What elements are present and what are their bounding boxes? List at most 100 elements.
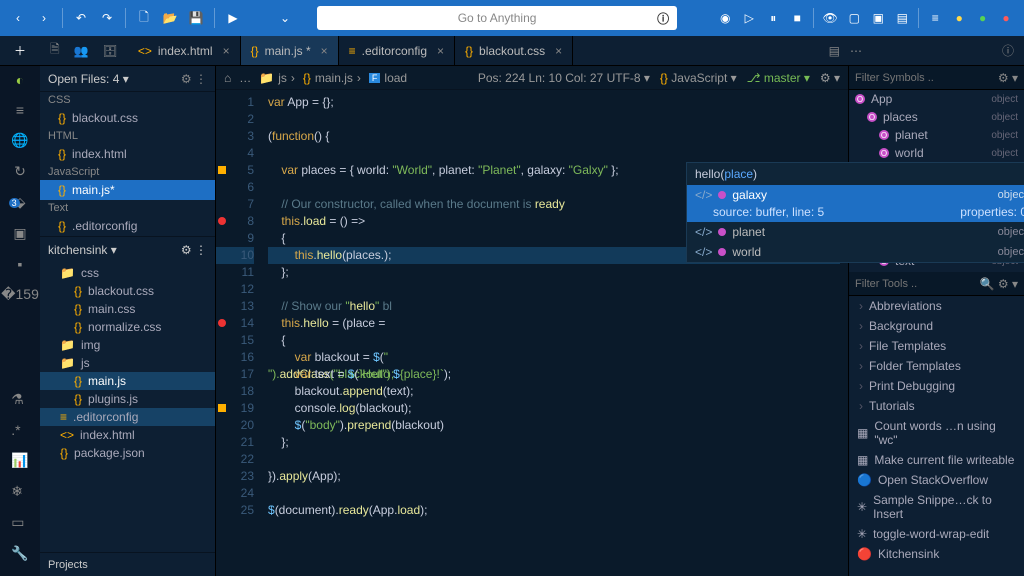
- tab[interactable]: {}main.js *×: [241, 36, 339, 65]
- refresh-icon[interactable]: ↻: [14, 163, 26, 180]
- project-header[interactable]: kitchensink ▾ ⚙ ⋮: [40, 236, 215, 262]
- tool-category[interactable]: Abbreviations: [849, 296, 1024, 316]
- branch-selector[interactable]: ⎇ master ▾: [747, 71, 810, 85]
- save-icon[interactable]: 💾: [186, 8, 206, 28]
- redo-icon[interactable]: ↷: [97, 8, 117, 28]
- chart-icon[interactable]: 📊: [11, 452, 28, 469]
- globe-icon[interactable]: 🌐: [11, 132, 28, 149]
- crumb-folder[interactable]: 📁 js ›: [259, 71, 295, 85]
- tool-category[interactable]: Folder Templates: [849, 356, 1024, 376]
- eye-icon[interactable]: 👁: [820, 8, 840, 28]
- tree-file[interactable]: {}main.js: [40, 372, 215, 390]
- dropdown-icon[interactable]: ⌄: [275, 8, 295, 28]
- open-file-item[interactable]: {}blackout.css: [40, 108, 215, 128]
- nav-fwd-icon[interactable]: ›: [34, 8, 54, 28]
- home-icon[interactable]: ⌂: [224, 71, 231, 85]
- wrench-icon[interactable]: 🔧: [11, 545, 28, 562]
- tool-action[interactable]: ✳toggle-word-wrap-edit: [849, 524, 1024, 544]
- beaker-icon[interactable]: ⚗: [11, 391, 28, 408]
- stop-icon[interactable]: ■: [787, 8, 807, 28]
- search-icon[interactable]: 🔍 ⚙ ▾: [980, 277, 1018, 291]
- tree-folder[interactable]: 📁js: [40, 354, 215, 372]
- undo-icon[interactable]: ↶: [71, 8, 91, 28]
- regex-icon[interactable]: .*: [11, 422, 28, 438]
- tab-menu-icon[interactable]: ⋯: [850, 44, 862, 58]
- gear-icon[interactable]: ⚙ ⋮: [181, 72, 207, 86]
- tool-action[interactable]: 🔴Kitchensink: [849, 544, 1024, 564]
- crumb-symbol[interactable]: F load: [369, 71, 407, 85]
- db-icon[interactable]: 🗄: [103, 44, 118, 58]
- symbol-item[interactable]: Oplacesobject: [849, 108, 1024, 126]
- tool-action[interactable]: ✳Sample Snippe…ck to Insert: [849, 490, 1024, 524]
- tree-file[interactable]: ≡.editorconfig: [40, 408, 215, 426]
- open-files-header[interactable]: Open Files: 4 ▾ ⚙ ⋮: [40, 66, 215, 92]
- lang-selector[interactable]: {} JavaScript ▾: [660, 71, 737, 85]
- panel3-icon[interactable]: ▤: [892, 8, 912, 28]
- tool-category[interactable]: Print Debugging: [849, 376, 1024, 396]
- record-icon[interactable]: ◉: [715, 8, 735, 28]
- open-file-item[interactable]: {}main.js*: [40, 180, 215, 200]
- maximize-icon[interactable]: ●: [973, 8, 993, 28]
- terminal-icon[interactable]: ▪: [18, 256, 23, 272]
- marker2-icon[interactable]: ≡: [16, 102, 24, 118]
- close-icon[interactable]: ●: [996, 8, 1016, 28]
- info-panel-icon[interactable]: ⓘ: [1002, 42, 1014, 59]
- close-tab-icon[interactable]: ×: [321, 44, 328, 58]
- crumb-gear-icon[interactable]: ⚙ ▾: [820, 71, 840, 85]
- tool-category[interactable]: Background: [849, 316, 1024, 336]
- open-file-item[interactable]: {}index.html: [40, 144, 215, 164]
- autocomplete-item[interactable]: </>planetobject: [687, 222, 1024, 242]
- minimize-icon[interactable]: ●: [949, 8, 969, 28]
- crumb-file[interactable]: {} main.js ›: [303, 71, 361, 85]
- tool-action[interactable]: 🔵Open StackOverflow: [849, 470, 1024, 490]
- marker1-icon[interactable]: ◐: [16, 72, 24, 88]
- notifications-icon[interactable]: ⬙: [15, 194, 26, 211]
- close-tab-icon[interactable]: ×: [555, 44, 562, 58]
- tool-category[interactable]: Tutorials: [849, 396, 1024, 416]
- menu-icon[interactable]: ≡: [925, 8, 945, 28]
- open-icon[interactable]: 📂: [160, 8, 180, 28]
- tree-folder[interactable]: 📁css: [40, 264, 215, 282]
- tab[interactable]: <>index.html×: [128, 36, 241, 65]
- autocomplete-item[interactable]: </>galaxyobject: [687, 185, 1024, 205]
- book-icon[interactable]: ▭: [11, 514, 28, 531]
- play2-icon[interactable]: ▷: [739, 8, 759, 28]
- tool-action[interactable]: ▦Count words …n using "wc": [849, 416, 1024, 450]
- tree-file[interactable]: {}package.json: [40, 444, 215, 462]
- tool-action[interactable]: ▦Make current file writeable: [849, 450, 1024, 470]
- pause-icon[interactable]: ⏸: [763, 8, 783, 28]
- symbol-filter-input[interactable]: [855, 72, 955, 84]
- nav-back-icon[interactable]: ‹: [8, 8, 28, 28]
- share-icon[interactable]: �159: [1, 286, 39, 303]
- gear-icon[interactable]: ⚙ ▾: [998, 71, 1018, 85]
- tab[interactable]: {}blackout.css×: [455, 36, 573, 65]
- file-mode-icon[interactable]: 🗎: [50, 40, 60, 61]
- panel1-icon[interactable]: ▢: [844, 8, 864, 28]
- projects-footer[interactable]: Projects: [40, 552, 215, 576]
- symbol-item[interactable]: Oplanetobject: [849, 126, 1024, 144]
- tree-file[interactable]: {}main.css: [40, 300, 215, 318]
- tree-file[interactable]: {}normalize.css: [40, 318, 215, 336]
- window-icon[interactable]: ▣: [13, 225, 26, 242]
- tree-file[interactable]: {}plugins.js: [40, 390, 215, 408]
- play-icon[interactable]: ▶: [223, 8, 243, 28]
- tools-filter-input[interactable]: [855, 278, 955, 290]
- tree-folder[interactable]: 📁img: [40, 336, 215, 354]
- open-file-item[interactable]: {}.editorconfig: [40, 216, 215, 236]
- tool-category[interactable]: File Templates: [849, 336, 1024, 356]
- autocomplete-item[interactable]: </>worldobject: [687, 242, 1024, 262]
- snow-icon[interactable]: ❄: [11, 483, 28, 500]
- tree-file[interactable]: {}blackout.css: [40, 282, 215, 300]
- panel2-icon[interactable]: ▣: [868, 8, 888, 28]
- tab[interactable]: ≡.editorconfig×: [339, 36, 455, 65]
- goto-anything-input[interactable]: Go to Anything ⓘ: [317, 6, 677, 30]
- tab-list-icon[interactable]: ▤: [829, 44, 840, 58]
- close-tab-icon[interactable]: ×: [437, 44, 444, 58]
- tree-file[interactable]: <>index.html: [40, 426, 215, 444]
- users-icon[interactable]: 👥: [74, 44, 89, 58]
- symbol-item[interactable]: OAppobject: [849, 90, 1024, 108]
- close-tab-icon[interactable]: ×: [223, 44, 230, 58]
- symbol-item[interactable]: Oworldobject: [849, 144, 1024, 162]
- gear-icon[interactable]: ⚙ ⋮: [181, 243, 207, 257]
- add-tab-icon[interactable]: ＋: [14, 42, 26, 59]
